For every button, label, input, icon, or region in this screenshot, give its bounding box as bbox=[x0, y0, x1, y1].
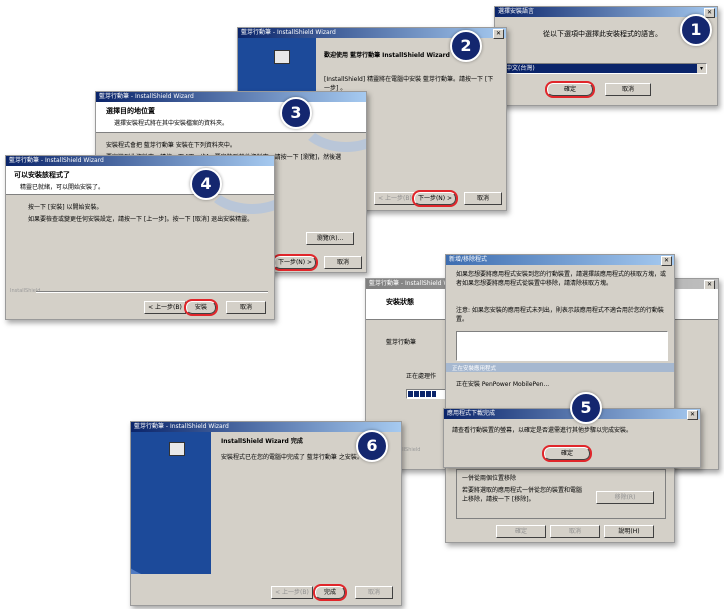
cancel-button[interactable]: 取消 bbox=[605, 83, 651, 96]
add-remove-paragraph2: 注意: 如果您安裝的應用程式未列出，則表示該應用程式不適合用於您的行動裝置。 bbox=[456, 307, 664, 323]
ok-button[interactable]: 確定 bbox=[542, 445, 592, 462]
step-badge-3: 3 bbox=[280, 97, 312, 129]
back-button[interactable]: < 上一步(B) bbox=[271, 586, 313, 599]
install-status-heading: 安裝狀態 bbox=[386, 298, 414, 306]
step-badge-5: 5 bbox=[570, 392, 602, 424]
ready-line2: 如果要檢查或變更任何安裝設定，請按一下 [上一步]。按一下 [取消] 退出安裝精… bbox=[28, 216, 254, 223]
step-badge-4: 4 bbox=[190, 168, 222, 200]
close-icon[interactable]: ✕ bbox=[687, 410, 698, 420]
browse-button[interactable]: 瀏覽(R)... bbox=[306, 232, 354, 245]
destination-subheading: 選擇安裝程式將在其中安裝檔案的資料夾。 bbox=[114, 120, 229, 127]
installer-icon bbox=[274, 50, 290, 64]
finish-body: 安裝程式已在您的電腦中完成了 藍芽行動筆 之安裝。 bbox=[221, 454, 363, 461]
swoosh-graphic bbox=[131, 482, 211, 574]
finish-dialog-titlebar: 藍芽行動筆 - InstallShield Wizard bbox=[131, 422, 401, 432]
language-select[interactable]: 中文(台灣) ▾ bbox=[503, 63, 707, 74]
destination-heading: 選擇目的地位置 bbox=[106, 107, 155, 115]
close-icon[interactable]: ✕ bbox=[493, 29, 504, 39]
destination-line1: 安裝程式會把 藍芽行動筆 安裝在下列資料夾中。 bbox=[106, 142, 236, 149]
destination-header: 選擇目的地位置 選擇安裝程式將在其中安裝檔案的資料夾。 bbox=[96, 102, 366, 152]
finish-button[interactable]: 完成 bbox=[313, 584, 347, 601]
add-remove-titlebar: 新增/移除程式 bbox=[446, 255, 674, 265]
remove-group-text: 若要將選取的應用程式一併從您的裝置和電腦上移除，請按一下 [移除]。 bbox=[462, 487, 583, 503]
help-button[interactable]: 說明(H) bbox=[604, 525, 654, 538]
download-complete-text: 請查看行動裝置的螢幕，以確定是否還需進行其他步驟以完成安裝。 bbox=[452, 427, 633, 434]
cancel-button[interactable]: 取消 bbox=[464, 192, 502, 205]
finish-heading: InstallShield Wizard 完成 bbox=[221, 438, 303, 445]
ready-subheading: 精靈已就緒，可以開始安裝了。 bbox=[20, 184, 105, 191]
step-badge-6: 6 bbox=[356, 430, 388, 462]
ready-heading: 可以安裝該程式了 bbox=[14, 171, 70, 179]
remove-group-title: 一併從兩個位置移除 bbox=[462, 475, 517, 482]
installer-icon bbox=[169, 442, 185, 456]
install-progress-fill bbox=[408, 391, 436, 397]
welcome-heading: 歡迎使用 藍芽行動筆 InstallShield Wizard bbox=[324, 52, 450, 59]
close-icon[interactable]: ✕ bbox=[661, 256, 672, 266]
application-list[interactable] bbox=[456, 331, 668, 361]
language-select-value: 中文(台灣) bbox=[506, 65, 535, 72]
cancel-button[interactable]: 取消 bbox=[226, 301, 266, 314]
back-button[interactable]: < 上一步(B) bbox=[144, 301, 186, 314]
footer-separator bbox=[36, 291, 268, 293]
back-button[interactable]: < 上一步(B) bbox=[374, 192, 416, 205]
ok-button[interactable]: 確定 bbox=[545, 81, 595, 98]
cancel-button[interactable]: 取消 bbox=[355, 586, 393, 599]
installing-section-title: 正在安裝應用程式 bbox=[452, 366, 497, 372]
wizard-side-panel bbox=[131, 432, 211, 574]
installing-text: 正在安裝 PenPower MobilePen... bbox=[456, 381, 550, 388]
cancel-button[interactable]: 取消 bbox=[550, 525, 600, 538]
ready-line1: 按一下 [安裝] 以開始安裝。 bbox=[28, 204, 103, 211]
chevron-down-icon[interactable]: ▾ bbox=[697, 64, 706, 73]
install-status-text: 正在處理作 bbox=[406, 373, 437, 380]
next-button[interactable]: 下一步(N) > bbox=[412, 190, 458, 207]
step-badge-2: 2 bbox=[450, 30, 482, 62]
add-remove-dialog: 新增/移除程式 ✕ 如果您想要將應用程式安裝到您的行動裝置，請選擇該應用程式的核… bbox=[445, 254, 675, 543]
language-dialog-titlebar: 選擇安裝語言 bbox=[495, 7, 717, 17]
welcome-body: [InstallShield] 精靈將在電腦中安裝 藍芽行動筆。請按一下 [下一… bbox=[324, 76, 494, 92]
install-button[interactable]: 安裝 bbox=[184, 299, 218, 316]
step-badge-1: 1 bbox=[680, 14, 712, 46]
next-button[interactable]: 下一步(N) > bbox=[272, 254, 318, 271]
install-status-product: 藍芽行動筆 bbox=[386, 339, 417, 346]
ready-install-dialog: 藍芽行動筆 - InstallShield Wizard 可以安裝該程式了 精靈… bbox=[5, 155, 275, 320]
ok-button[interactable]: 確定 bbox=[496, 525, 546, 538]
remove-button[interactable]: 移除(R) bbox=[596, 491, 654, 504]
cancel-button[interactable]: 取消 bbox=[324, 256, 362, 269]
language-prompt: 從以下選項中選擇此安裝程式的語言。 bbox=[543, 30, 662, 38]
ready-install-header: 可以安裝該程式了 精靈已就緒，可以開始安裝了。 bbox=[6, 166, 274, 214]
installing-section-bar: 正在安裝應用程式 bbox=[446, 363, 674, 372]
add-remove-paragraph1: 如果您想要將應用程式安裝到您的行動裝置，請選擇該應用程式的核取方塊，或者如果您想… bbox=[456, 271, 667, 287]
